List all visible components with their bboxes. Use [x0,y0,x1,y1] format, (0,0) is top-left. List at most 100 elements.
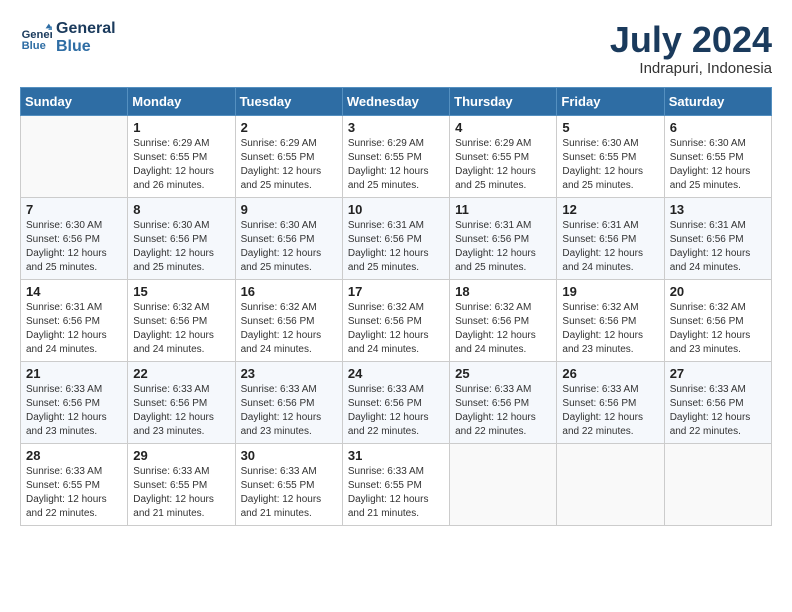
calendar-cell: 7 Sunrise: 6:30 AM Sunset: 6:56 PM Daylig… [21,197,128,279]
day-number: 25 [455,366,551,381]
calendar-cell: 25 Sunrise: 6:33 AM Sunset: 6:56 PM Dayli… [450,361,557,443]
svg-text:Blue: Blue [22,40,46,52]
day-number: 11 [455,202,551,217]
calendar-cell: 5Sunrise: 6:30 AM Sunset: 6:55 PM Daylig… [557,115,664,197]
calendar-cell [450,443,557,525]
logo: General Blue General Blue [20,20,116,55]
title-block: July 2024 Indrapuri, Indonesia [610,20,772,77]
day-number: 24 [348,366,444,381]
day-number: 15 [133,284,229,299]
calendar-cell: 21Sunrise: 6:33 AM Sunset: 6:56 PM Dayli… [21,361,128,443]
day-number: 7 [26,202,122,217]
day-number: 31 [348,448,444,463]
day-info: Sunrise: 6:33 AM Sunset: 6:56 PM Dayligh… [241,383,337,439]
calendar-cell [664,443,771,525]
day-info: Sunrise: 6:30 AM Sunset: 6:55 PM Dayligh… [562,137,658,193]
day-info: Sunrise: 6:29 AM Sunset: 6:55 PM Dayligh… [455,137,551,193]
day-info: Sunrise: 6:33 AM Sunset: 6:56 PM Dayligh… [562,383,658,439]
calendar-cell: 19 Sunrise: 6:32 AM Sunset: 6:56 PM Dayli… [557,279,664,361]
calendar-cell: 12 Sunrise: 6:31 AM Sunset: 6:56 PM Dayli… [557,197,664,279]
calendar-week-row: 7 Sunrise: 6:30 AM Sunset: 6:56 PM Daylig… [21,197,772,279]
calendar-cell: 20 Sunrise: 6:32 AM Sunset: 6:56 PM Dayli… [664,279,771,361]
calendar-cell: 31 Sunrise: 6:33 AM Sunset: 6:55 PM Dayli… [342,443,449,525]
day-number: 14 [26,284,122,299]
location: Indrapuri, Indonesia [610,60,772,77]
calendar-week-row: 21Sunrise: 6:33 AM Sunset: 6:56 PM Dayli… [21,361,772,443]
day-number: 16 [241,284,337,299]
weekday-header: Tuesday [235,87,342,115]
day-info: Sunrise: 6:30 AM Sunset: 6:56 PM Dayligh… [26,219,122,275]
calendar-cell: 6 Sunrise: 6:30 AM Sunset: 6:55 PM Daylig… [664,115,771,197]
day-number: 2 [241,120,337,135]
day-info: Sunrise: 6:30 AM Sunset: 6:56 PM Dayligh… [133,219,229,275]
day-info: Sunrise: 6:33 AM Sunset: 6:55 PM Dayligh… [348,465,444,521]
day-number: 17 [348,284,444,299]
calendar-cell: 13Sunrise: 6:31 AM Sunset: 6:56 PM Dayli… [664,197,771,279]
day-info: Sunrise: 6:31 AM Sunset: 6:56 PM Dayligh… [670,219,766,275]
calendar-cell: 4 Sunrise: 6:29 AM Sunset: 6:55 PM Daylig… [450,115,557,197]
day-info: Sunrise: 6:30 AM Sunset: 6:56 PM Dayligh… [241,219,337,275]
day-number: 1 [133,120,229,135]
day-number: 27 [670,366,766,381]
calendar-cell: 17 Sunrise: 6:32 AM Sunset: 6:56 PM Dayli… [342,279,449,361]
calendar-cell [21,115,128,197]
calendar-cell: 18 Sunrise: 6:32 AM Sunset: 6:56 PM Dayli… [450,279,557,361]
calendar-cell: 8Sunrise: 6:30 AM Sunset: 6:56 PM Daylig… [128,197,235,279]
weekday-header: Wednesday [342,87,449,115]
day-number: 26 [562,366,658,381]
day-number: 23 [241,366,337,381]
calendar-cell [557,443,664,525]
page-header: General Blue General Blue July 2024 Indr… [20,20,772,77]
day-info: Sunrise: 6:29 AM Sunset: 6:55 PM Dayligh… [241,137,337,193]
day-info: Sunrise: 6:32 AM Sunset: 6:56 PM Dayligh… [562,301,658,357]
day-info: Sunrise: 6:31 AM Sunset: 6:56 PM Dayligh… [455,219,551,275]
day-number: 10 [348,202,444,217]
day-info: Sunrise: 6:30 AM Sunset: 6:55 PM Dayligh… [670,137,766,193]
day-info: Sunrise: 6:29 AM Sunset: 6:55 PM Dayligh… [133,137,229,193]
logo-blue: Blue [56,38,116,56]
day-number: 18 [455,284,551,299]
day-info: Sunrise: 6:33 AM Sunset: 6:56 PM Dayligh… [455,383,551,439]
day-number: 12 [562,202,658,217]
day-info: Sunrise: 6:33 AM Sunset: 6:56 PM Dayligh… [670,383,766,439]
weekday-header: Saturday [664,87,771,115]
day-info: Sunrise: 6:31 AM Sunset: 6:56 PM Dayligh… [562,219,658,275]
calendar-cell: 27 Sunrise: 6:33 AM Sunset: 6:56 PM Dayli… [664,361,771,443]
day-info: Sunrise: 6:29 AM Sunset: 6:55 PM Dayligh… [348,137,444,193]
calendar-cell: 14 Sunrise: 6:31 AM Sunset: 6:56 PM Dayli… [21,279,128,361]
day-number: 6 [670,120,766,135]
calendar-cell: 24Sunrise: 6:33 AM Sunset: 6:56 PM Dayli… [342,361,449,443]
weekday-header: Thursday [450,87,557,115]
calendar-cell: 10 Sunrise: 6:31 AM Sunset: 6:56 PM Dayli… [342,197,449,279]
day-number: 4 [455,120,551,135]
svg-text:General: General [22,29,52,41]
calendar-cell: 1 Sunrise: 6:29 AM Sunset: 6:55 PM Daylig… [128,115,235,197]
day-info: Sunrise: 6:31 AM Sunset: 6:56 PM Dayligh… [348,219,444,275]
weekday-header: Friday [557,87,664,115]
day-info: Sunrise: 6:32 AM Sunset: 6:56 PM Dayligh… [348,301,444,357]
day-number: 20 [670,284,766,299]
day-info: Sunrise: 6:31 AM Sunset: 6:56 PM Dayligh… [26,301,122,357]
calendar-cell: 15 Sunrise: 6:32 AM Sunset: 6:56 PM Dayli… [128,279,235,361]
calendar-cell: 29Sunrise: 6:33 AM Sunset: 6:55 PM Dayli… [128,443,235,525]
day-info: Sunrise: 6:32 AM Sunset: 6:56 PM Dayligh… [133,301,229,357]
day-info: Sunrise: 6:33 AM Sunset: 6:56 PM Dayligh… [133,383,229,439]
day-number: 29 [133,448,229,463]
calendar-cell: 26 Sunrise: 6:33 AM Sunset: 6:56 PM Dayli… [557,361,664,443]
day-number: 28 [26,448,122,463]
day-info: Sunrise: 6:32 AM Sunset: 6:56 PM Dayligh… [455,301,551,357]
day-number: 19 [562,284,658,299]
calendar-cell: 11 Sunrise: 6:31 AM Sunset: 6:56 PM Dayli… [450,197,557,279]
day-info: Sunrise: 6:32 AM Sunset: 6:56 PM Dayligh… [670,301,766,357]
day-info: Sunrise: 6:33 AM Sunset: 6:55 PM Dayligh… [26,465,122,521]
day-number: 9 [241,202,337,217]
weekday-header: Sunday [21,87,128,115]
calendar-header-row: SundayMondayTuesdayWednesdayThursdayFrid… [21,87,772,115]
calendar-table: SundayMondayTuesdayWednesdayThursdayFrid… [20,87,772,526]
calendar-cell: 9 Sunrise: 6:30 AM Sunset: 6:56 PM Daylig… [235,197,342,279]
calendar-cell: 22Sunrise: 6:33 AM Sunset: 6:56 PM Dayli… [128,361,235,443]
calendar-week-row: 28 Sunrise: 6:33 AM Sunset: 6:55 PM Dayli… [21,443,772,525]
calendar-cell: 28 Sunrise: 6:33 AM Sunset: 6:55 PM Dayli… [21,443,128,525]
day-info: Sunrise: 6:33 AM Sunset: 6:56 PM Dayligh… [26,383,122,439]
calendar-cell: 3Sunrise: 6:29 AM Sunset: 6:55 PM Daylig… [342,115,449,197]
